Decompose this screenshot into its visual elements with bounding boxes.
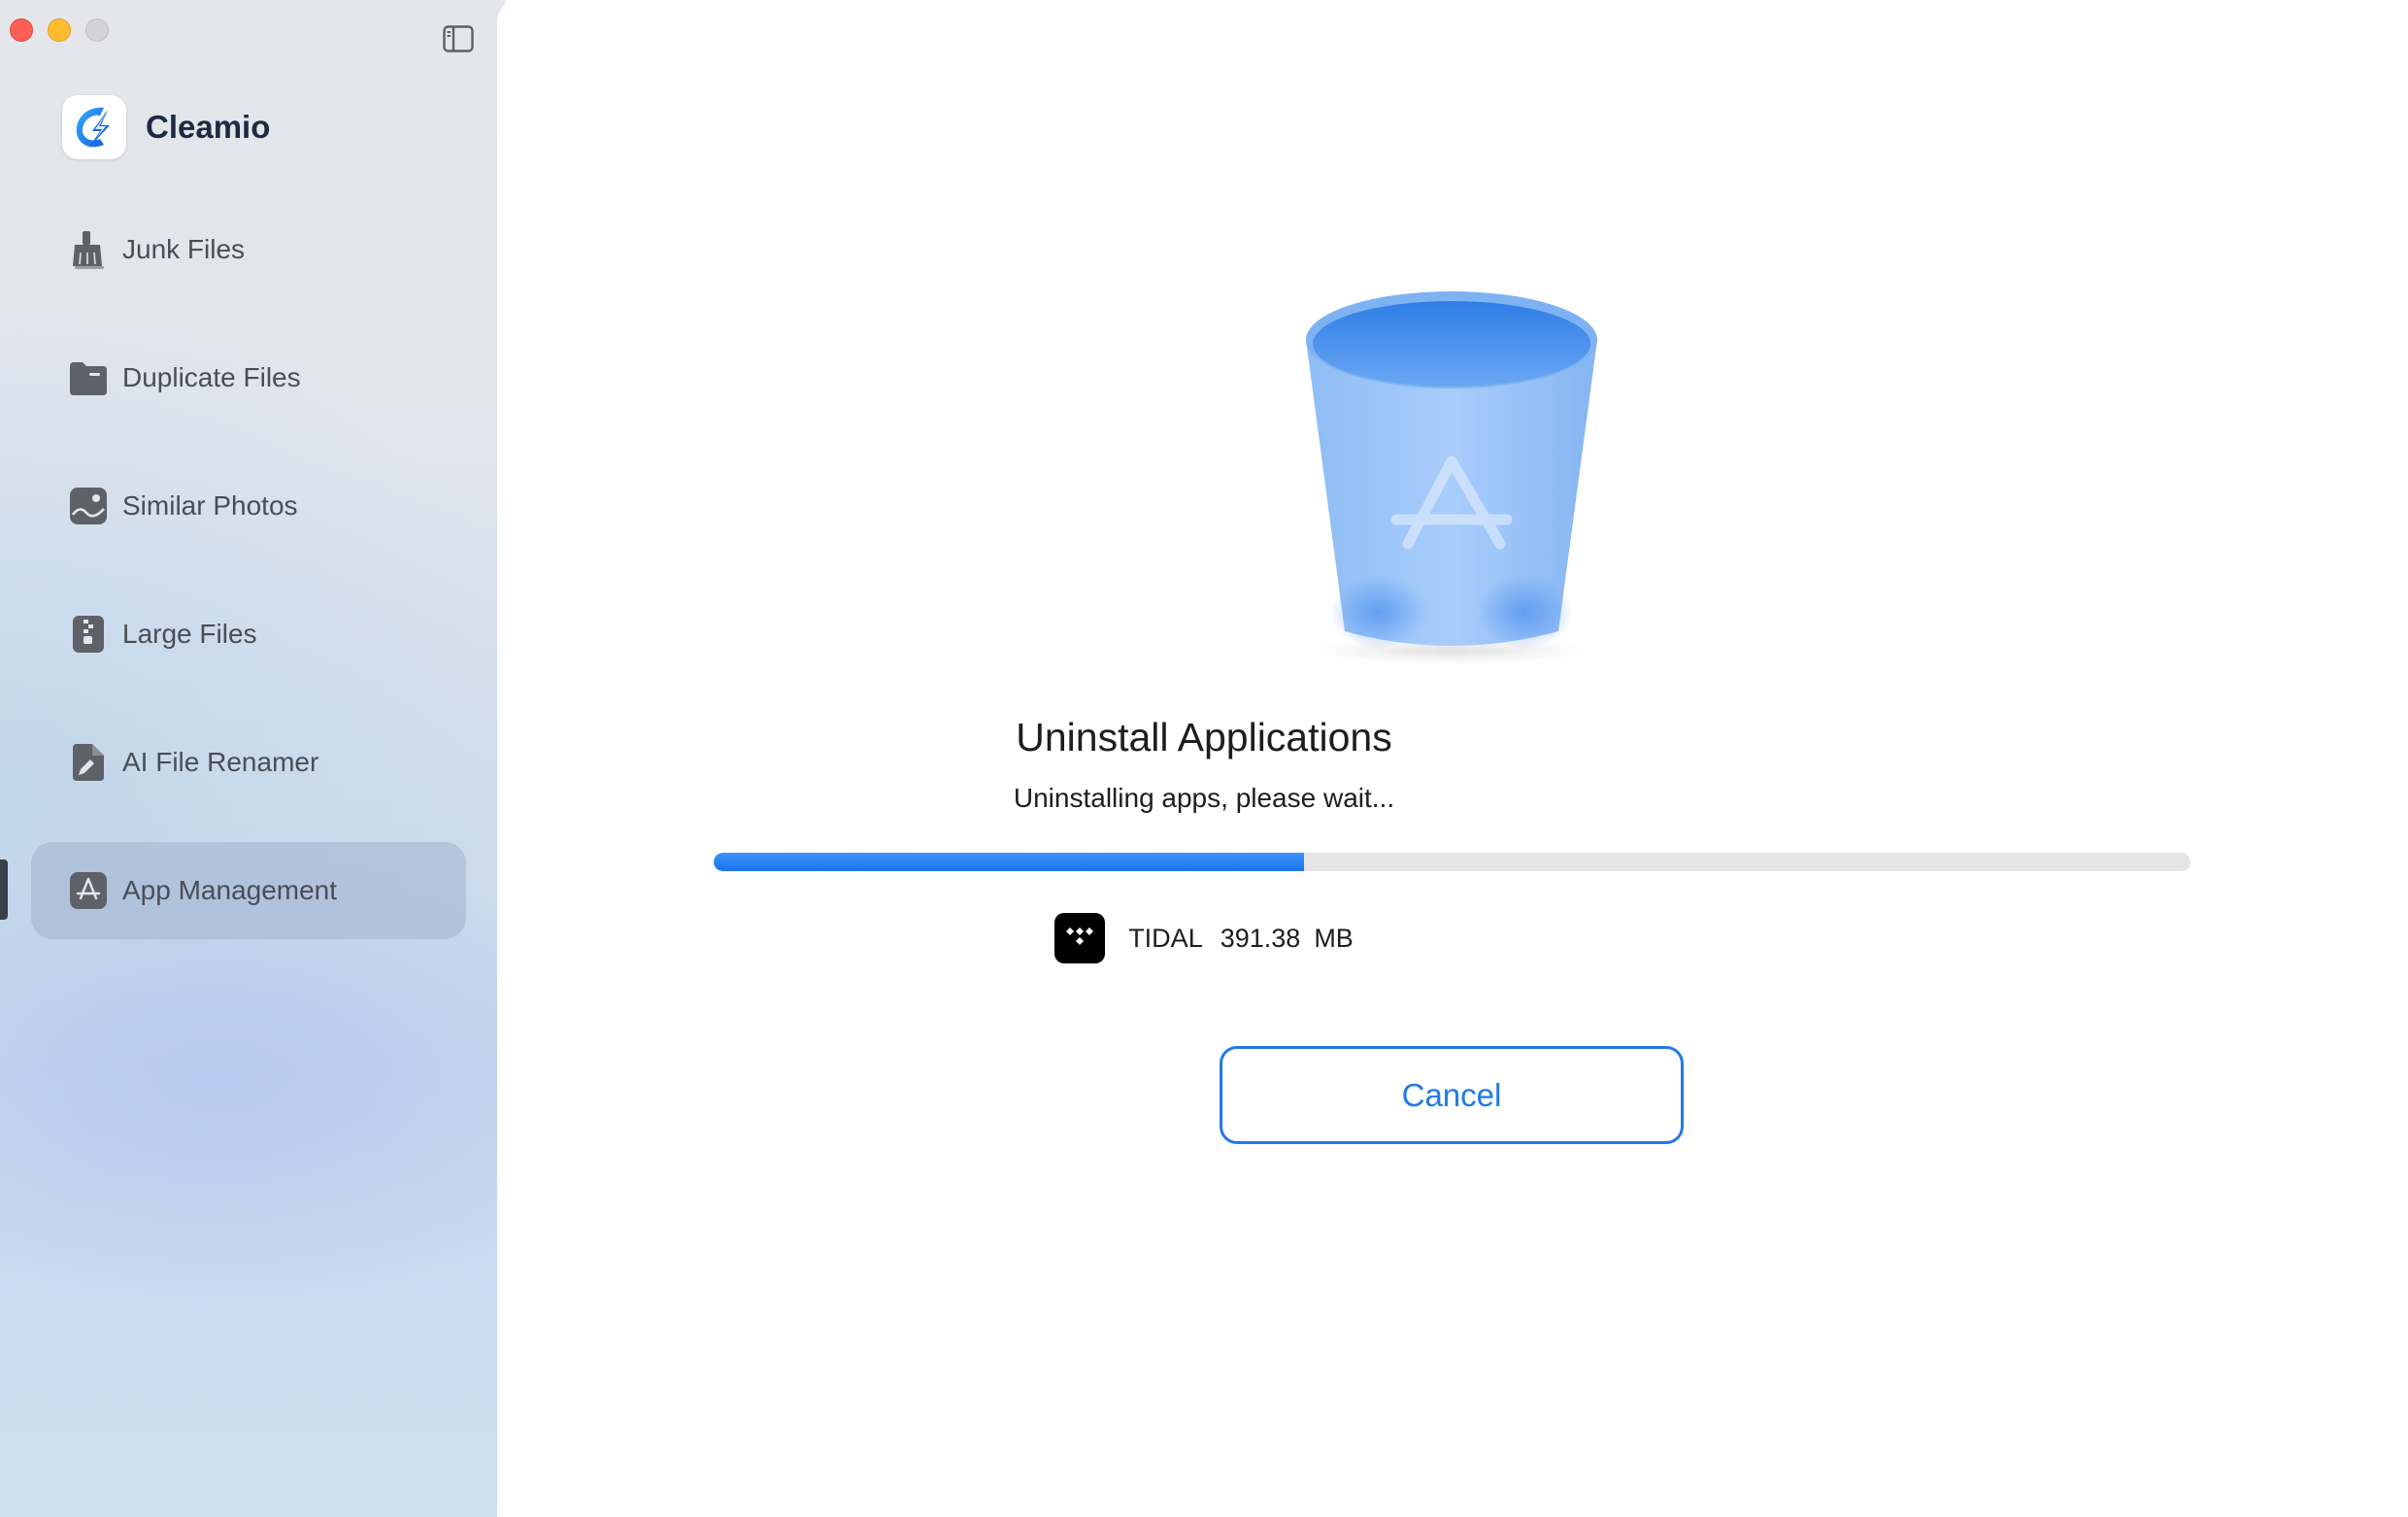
app-size: 391.38 (1220, 923, 1301, 953)
sidebar-item-duplicate-files[interactable]: Duplicate Files (31, 329, 466, 426)
sidebar-item-label: Junk Files (122, 234, 246, 264)
sidebar-item-label: Similar Photos (122, 490, 298, 521)
window-maximize-button[interactable] (85, 18, 109, 42)
trash-can-app-icon (1262, 262, 1641, 680)
app-name: TIDAL (1128, 923, 1203, 953)
cancel-button[interactable]: Cancel (1220, 1046, 1684, 1144)
app-store-icon (68, 870, 109, 911)
active-item-indicator (0, 860, 8, 920)
broom-icon (68, 229, 109, 270)
page-title: Uninstall Applications (1016, 715, 1392, 759)
sidebar-toggle-icon[interactable] (443, 25, 474, 52)
sidebar-item-junk-files[interactable]: Junk Files (31, 201, 466, 298)
zip-file-icon (68, 614, 109, 655)
tidal-icon (1054, 913, 1106, 963)
progress-fill (714, 853, 1305, 871)
app-window: Cleamio Junk Files Duplicate Files Simil… (0, 0, 2408, 1517)
window-minimize-button[interactable] (48, 18, 71, 42)
sidebar-item-label: App Management (122, 875, 338, 905)
status-message: Uninstalling apps, please wait... (1013, 783, 1395, 813)
app-size-unit: MB (1314, 923, 1354, 953)
uninstall-progress-bar (714, 853, 2191, 871)
brand: Cleamio (62, 95, 270, 159)
sidebar-item-label: Large Files (122, 619, 257, 649)
window-close-button[interactable] (10, 18, 33, 42)
photo-icon (68, 486, 109, 526)
cleamio-logo-icon (62, 95, 126, 159)
folder-icon (68, 357, 109, 398)
sidebar-item-similar-photos[interactable]: Similar Photos (31, 457, 466, 555)
brand-name: Cleamio (146, 109, 271, 145)
sidebar-item-large-files[interactable]: Large Files (31, 586, 466, 683)
sidebar-item-label: Duplicate Files (122, 362, 301, 392)
current-app-info: TIDAL 391.38 MB (0, 913, 2408, 963)
